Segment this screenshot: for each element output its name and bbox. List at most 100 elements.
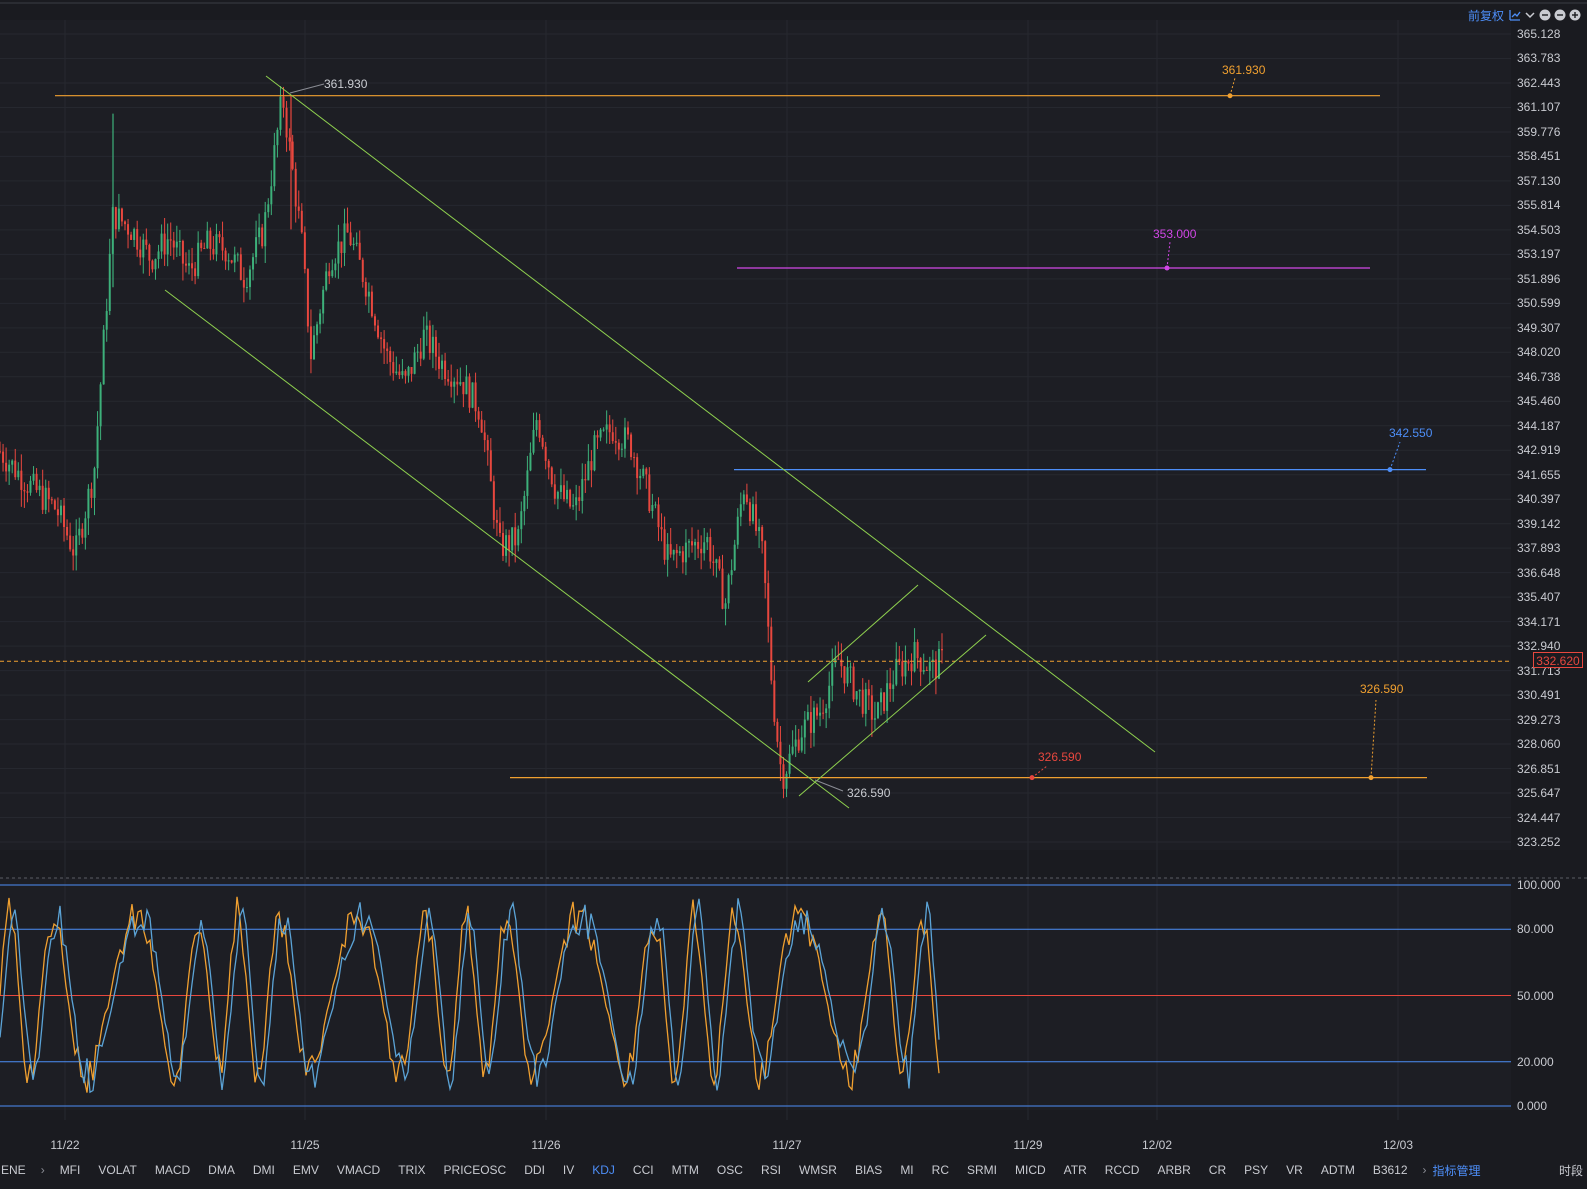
candle-body — [562, 485, 565, 500]
indicator-tab-dma[interactable]: DMA — [199, 1163, 244, 1177]
candle-body — [0, 451, 1, 453]
indicator-tab-ddi[interactable]: DDI — [515, 1163, 554, 1177]
candle-body — [377, 325, 380, 338]
candle-body — [367, 291, 370, 297]
candle-body — [316, 324, 319, 336]
indicator-tab-osc[interactable]: OSC — [708, 1163, 752, 1177]
candle-body — [258, 227, 261, 238]
indicator-tab-iv[interactable]: IV — [554, 1163, 583, 1177]
indicator-tab-b3612[interactable]: B3612 — [1364, 1163, 1417, 1177]
current-price-tag: 332.620 — [1533, 652, 1583, 668]
candle-body — [142, 239, 145, 258]
candle-body — [654, 504, 657, 506]
price-chart[interactable] — [0, 0, 1587, 1189]
price-tick-label: 365.128 — [1517, 27, 1561, 41]
candle-body — [227, 260, 230, 262]
candle-body — [544, 446, 547, 461]
price-tick-label: 336.648 — [1517, 565, 1561, 580]
candle-body — [78, 528, 81, 536]
candle-body — [630, 434, 633, 458]
indicator-tab-ene[interactable]: ENE — [0, 1163, 35, 1177]
indicator-tab-vr[interactable]: VR — [1277, 1163, 1312, 1177]
price-panel-bg — [0, 20, 1511, 850]
candle-body — [44, 487, 47, 510]
candle-body — [627, 427, 629, 435]
candle-body — [809, 712, 812, 733]
candle-body — [819, 712, 822, 716]
minus-icon[interactable] — [1554, 9, 1566, 21]
candle-body — [715, 559, 718, 563]
candle-body — [736, 516, 739, 545]
candle-body — [72, 549, 75, 556]
chart-stage[interactable]: moomoo 前复权 365.128363.783362.443361.1073… — [0, 0, 1587, 1189]
price-tick-label: 348.020 — [1517, 345, 1561, 360]
indicator-tab-wmsr[interactable]: WMSR — [790, 1163, 846, 1177]
zoom-out-icon[interactable] — [1539, 9, 1551, 21]
candle-body — [806, 712, 809, 720]
candle-body — [441, 360, 444, 369]
candle-body — [105, 311, 108, 330]
candle-body — [270, 186, 273, 205]
candle-body — [468, 376, 471, 408]
date-tick-label: 12/03 — [1382, 1138, 1414, 1152]
candle-body — [17, 470, 20, 478]
indicator-tab-emv[interactable]: EMV — [284, 1163, 328, 1177]
indicator-tab-bias[interactable]: BIAS — [846, 1163, 891, 1177]
chevron-right-icon[interactable]: › — [1417, 1163, 1433, 1177]
indicator-tab-cr[interactable]: CR — [1200, 1163, 1235, 1177]
indicator-tab-vmacd[interactable]: VMACD — [328, 1163, 389, 1177]
indicator-tab-trix[interactable]: TRIX — [389, 1163, 434, 1177]
indicator-tab-mtm[interactable]: MTM — [663, 1163, 708, 1177]
candle-body — [578, 497, 581, 501]
candle-body — [114, 207, 117, 230]
candle-body — [706, 537, 709, 543]
indicator-tab-kdj[interactable]: KDJ — [583, 1163, 624, 1177]
candle-body — [593, 435, 596, 471]
indicator-tab-rc[interactable]: RC — [923, 1163, 958, 1177]
candle-body — [90, 488, 93, 498]
zoom-in-icon[interactable] — [1569, 9, 1581, 21]
candle-body — [751, 504, 754, 522]
candle-body — [678, 551, 681, 554]
candle-body — [666, 544, 669, 560]
indicator-tab-arbr[interactable]: ARBR — [1148, 1163, 1199, 1177]
candle-body — [349, 232, 352, 246]
indicator-tab-rsi[interactable]: RSI — [752, 1163, 790, 1177]
indicator-tab-macd[interactable]: MACD — [146, 1163, 199, 1177]
candle-body — [172, 240, 175, 248]
indicator-tab-mi[interactable]: MI — [891, 1163, 922, 1177]
indicator-tab-adtm[interactable]: ADTM — [1312, 1163, 1364, 1177]
period-button[interactable]: 时段 — [1559, 1162, 1583, 1179]
candle-body — [56, 509, 59, 516]
indicator-tab-cci[interactable]: CCI — [624, 1163, 663, 1177]
adjust-mode-select[interactable]: 前复权 — [1468, 7, 1504, 24]
indicator-tab-mfi[interactable]: MFI — [51, 1163, 90, 1177]
chevron-down-icon[interactable] — [1524, 9, 1536, 21]
candle-body — [511, 527, 514, 551]
price-tick-label: 354.503 — [1517, 222, 1561, 237]
candle-body — [386, 348, 389, 351]
candle-body — [93, 468, 96, 498]
indicator-manager-button[interactable]: 指标管理 — [1433, 1162, 1481, 1179]
candle-body — [928, 661, 931, 671]
chart-type-icon[interactable] — [1509, 9, 1521, 21]
indicator-tab-psy[interactable]: PSY — [1235, 1163, 1277, 1177]
candle-body — [218, 234, 221, 238]
candle-body — [75, 535, 78, 556]
indicator-tick-label: 50.000 — [1517, 988, 1554, 1003]
indicator-tab-volat[interactable]: VOLAT — [89, 1163, 145, 1177]
candle-body — [279, 96, 282, 130]
indicator-tab-srmi[interactable]: SRMI — [958, 1163, 1006, 1177]
candle-body — [465, 376, 468, 395]
price-tick-label: 358.451 — [1517, 149, 1561, 164]
chevron-right-icon[interactable]: › — [35, 1163, 51, 1177]
indicator-tab-dmi[interactable]: DMI — [244, 1163, 284, 1177]
candle-body — [919, 658, 922, 672]
indicator-tab-atr[interactable]: ATR — [1055, 1163, 1096, 1177]
indicator-tab-rccd[interactable]: RCCD — [1096, 1163, 1149, 1177]
indicator-tab-priceosc[interactable]: PRICEOSC — [435, 1163, 516, 1177]
indicator-tab-micd[interactable]: MICD — [1006, 1163, 1055, 1177]
date-tick-label: 11/26 — [531, 1138, 561, 1152]
candle-body — [489, 450, 492, 482]
candle-body — [922, 670, 925, 672]
